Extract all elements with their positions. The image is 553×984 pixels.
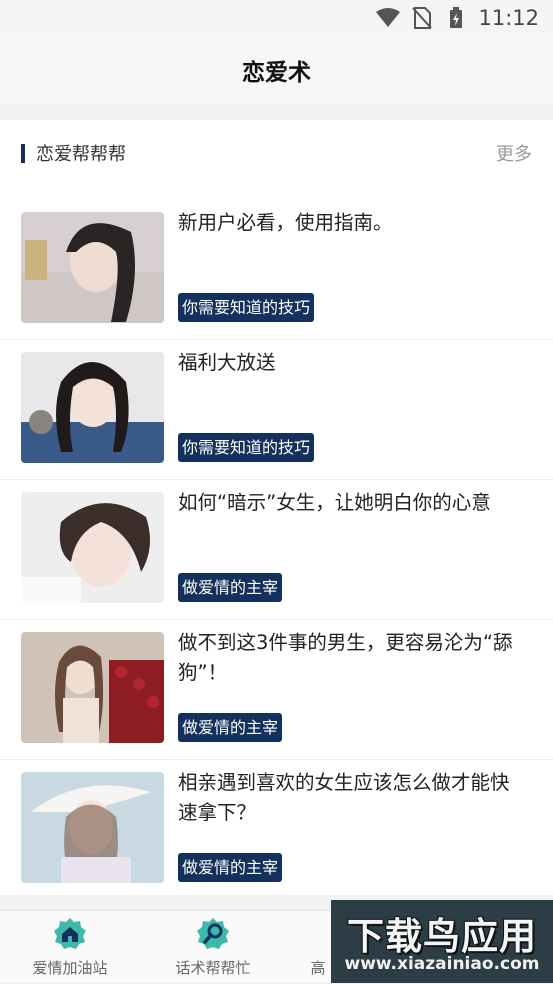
more-link[interactable]: 更多 xyxy=(496,140,532,166)
wifi-icon xyxy=(376,7,401,29)
battery-charging-icon xyxy=(444,7,468,29)
article-title: 福利大放送 xyxy=(178,351,276,374)
article-title: 相亲遇到喜欢的女生应该怎么做才能快速拿下？ xyxy=(178,771,510,824)
article-tag: 做爱情的主宰 xyxy=(178,853,283,882)
tab-love-station[interactable]: 爱情加油站 xyxy=(1,911,139,984)
article-thumbnail xyxy=(21,772,164,883)
list-item[interactable]: 做不到这3件事的男生，更容易沦为“舔狗”！ 做爱情的主宰 xyxy=(0,620,553,760)
site-watermark: 下载鸟应用 www.xiazainiao.com xyxy=(331,900,553,983)
section-title: 恋爱帮帮帮 xyxy=(36,144,126,165)
article-thumbnail xyxy=(21,632,164,743)
tab-label: 爱情加油站 xyxy=(32,959,108,977)
section-accent-bar xyxy=(21,144,25,163)
header-divider xyxy=(0,104,553,120)
article-list: 新用户必看，使用指南。 你需要知道的技巧 福利大放送 你需要知道的技巧 如何“暗… xyxy=(0,200,553,900)
list-item[interactable]: 福利大放送 你需要知道的技巧 xyxy=(0,340,553,480)
status-time: 11:12 xyxy=(478,6,539,30)
home-icon xyxy=(53,917,87,951)
page-title: 恋爱术 xyxy=(242,60,311,86)
article-tag: 你需要知道的技巧 xyxy=(178,293,315,322)
search-icon xyxy=(196,917,230,951)
article-tag: 做爱情的主宰 xyxy=(178,573,283,602)
list-item[interactable]: 如何“暗示”女生，让她明白你的心意 做爱情的主宰 xyxy=(0,480,553,620)
section-header: 恋爱帮帮帮 更多 xyxy=(0,136,553,170)
article-title: 新用户必看，使用指南。 xyxy=(178,211,393,234)
watermark-logo-text: 下载鸟应用 xyxy=(347,915,537,958)
article-tag: 做爱情的主宰 xyxy=(178,713,283,742)
status-bar: 11:12 xyxy=(0,0,553,36)
list-item[interactable]: 新用户必看，使用指南。 你需要知道的技巧 xyxy=(0,200,553,340)
app-header: 恋爱术 xyxy=(0,36,553,104)
article-thumbnail xyxy=(21,212,164,323)
article-title: 做不到这3件事的男生，更容易沦为“舔狗”！ xyxy=(178,631,513,684)
no-sim-icon xyxy=(410,7,434,29)
article-tag: 你需要知道的技巧 xyxy=(178,433,315,462)
main-content: 恋爱帮帮帮 更多 新用户必看，使用指南。 你需要知道的技巧 福利大放送 你需要知… xyxy=(0,120,553,910)
article-thumbnail xyxy=(21,492,164,603)
list-item[interactable]: 相亲遇到喜欢的女生应该怎么做才能快速拿下？ 做爱情的主宰 xyxy=(0,760,553,900)
watermark-url: www.xiazainiao.com xyxy=(344,954,540,974)
article-thumbnail xyxy=(21,352,164,463)
article-title: 如何“暗示”女生，让她明白你的心意 xyxy=(178,491,491,514)
